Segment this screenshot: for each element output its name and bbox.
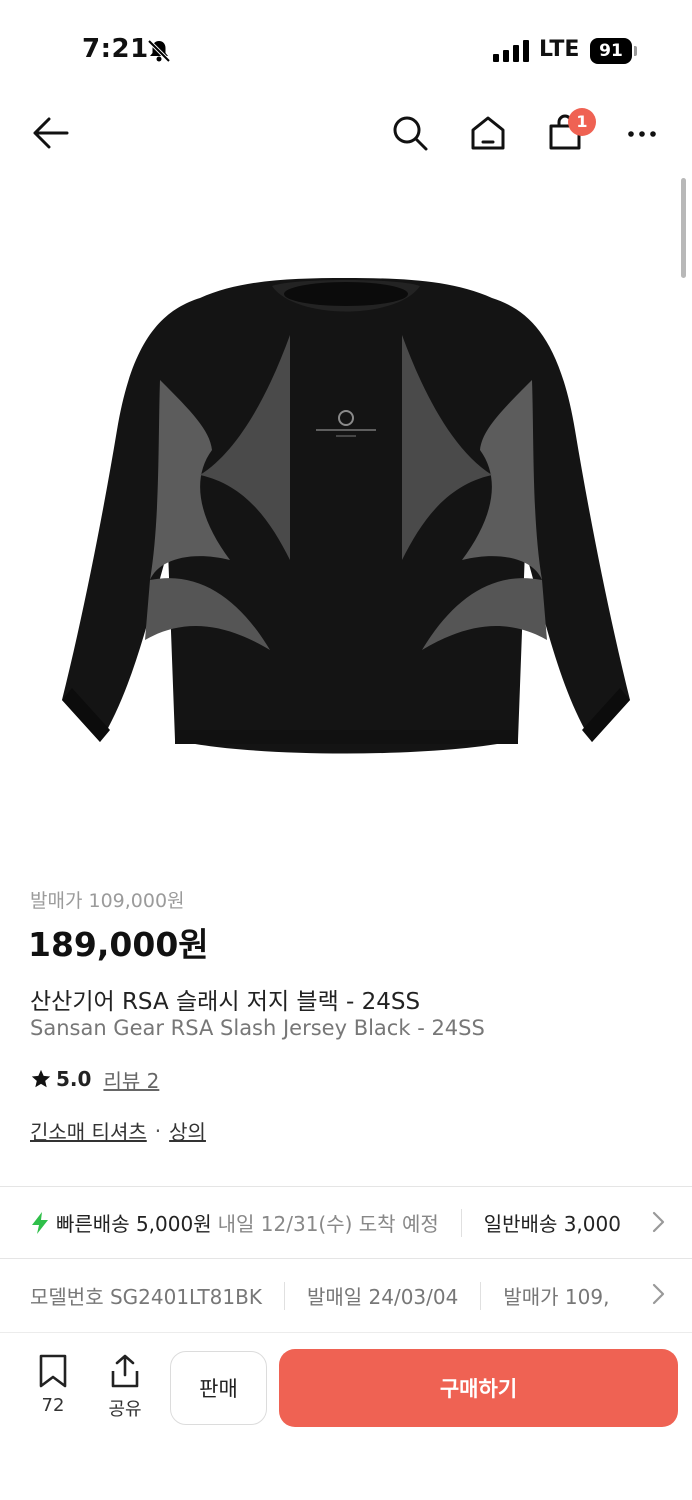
- rating-value: 5.0: [56, 1067, 92, 1091]
- share-button[interactable]: 공유: [100, 1353, 150, 1420]
- fast-shipping-eta: 내일 12/31(수) 도착 예정: [217, 1212, 439, 1236]
- product-jersey-image[interactable]: [40, 260, 652, 780]
- details-separator: [283, 1281, 285, 1310]
- sell-button[interactable]: 판매: [170, 1351, 267, 1425]
- star-icon: [31, 1069, 51, 1088]
- details-release-price: 발매가 109,: [503, 1285, 610, 1309]
- battery-icon: 91: [590, 38, 638, 64]
- status-bar: 7:21 LTE 91: [0, 0, 692, 100]
- home-icon[interactable]: [466, 111, 510, 155]
- chevron-right-icon[interactable]: [646, 1282, 670, 1306]
- bookmark-icon: [39, 1354, 67, 1388]
- category-long-sleeve-link[interactable]: 긴소매 티셔츠: [30, 1116, 147, 1145]
- product-title-ko: 산산기어 RSA 슬래시 저지 블랙 - 24SS: [30, 989, 421, 1015]
- lightning-icon: [32, 1211, 48, 1234]
- fast-shipping-label: 빠른배송 5,000원: [56, 1212, 212, 1236]
- release-price: 발매가 109,000원: [30, 890, 185, 912]
- product-title-en: Sansan Gear RSA Slash Jersey Black - 24S…: [30, 1016, 485, 1040]
- buy-button[interactable]: 구매하기: [279, 1349, 678, 1427]
- model-number: 모델번호 SG2401LT81BK: [30, 1285, 262, 1309]
- bookmark-button[interactable]: 72: [28, 1353, 78, 1417]
- current-price: 189,000원: [28, 925, 209, 964]
- chevron-right-icon[interactable]: [646, 1210, 670, 1234]
- release-date: 발매일 24/03/04: [306, 1285, 459, 1309]
- section-divider: [0, 1258, 692, 1259]
- review-link[interactable]: 리뷰 2: [103, 1065, 159, 1094]
- category-separator: ·: [154, 1118, 162, 1143]
- rating-row: 5.0 리뷰 2: [30, 1064, 159, 1094]
- share-icon: [111, 1354, 139, 1388]
- product-details-row[interactable]: 모델번호 SG2401LT81BK 발매일 24/03/04 발매가 109,: [0, 1260, 692, 1328]
- bottom-action-bar: 72 공유 판매 구매하기: [0, 1332, 692, 1500]
- category-tops-link[interactable]: 상의: [169, 1116, 206, 1145]
- back-arrow-icon[interactable]: [27, 111, 71, 155]
- shipping-options-row[interactable]: 빠른배송 5,000원 내일 12/31(수) 도착 예정 일반배송 3,000: [0, 1188, 692, 1256]
- bell-slash-icon: [147, 39, 171, 63]
- shipping-separator: [460, 1208, 462, 1237]
- normal-shipping-label: 일반배송 3,000: [483, 1212, 621, 1236]
- bookmark-count: 72: [41, 1395, 65, 1416]
- category-breadcrumb: 긴소매 티셔츠 · 상의: [30, 1116, 206, 1145]
- scroll-indicator[interactable]: [681, 178, 686, 278]
- more-icon[interactable]: [620, 111, 664, 155]
- status-time: 7:21: [82, 34, 149, 64]
- details-separator: [480, 1281, 482, 1310]
- section-divider: [0, 1186, 692, 1187]
- battery-level: 91: [590, 38, 632, 64]
- share-label: 공유: [108, 1399, 142, 1420]
- cart-badge: 1: [568, 108, 596, 136]
- network-label: LTE: [539, 37, 580, 62]
- search-icon[interactable]: [388, 111, 432, 155]
- signal-icon: [493, 40, 529, 62]
- battery-tip: [634, 46, 637, 56]
